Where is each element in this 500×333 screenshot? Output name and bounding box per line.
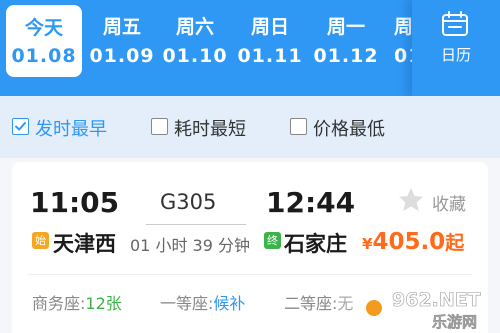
seat-value: 12张 bbox=[85, 294, 122, 313]
calendar-icon bbox=[442, 11, 468, 36]
filter-lowest-price[interactable]: 价格最低 bbox=[290, 115, 410, 140]
checkbox-icon bbox=[151, 118, 168, 135]
price-value: 405.0 bbox=[372, 229, 446, 255]
date-tab-day: 01.09 bbox=[89, 45, 155, 67]
card-divider bbox=[28, 274, 472, 275]
checkbox-checked-icon bbox=[12, 118, 29, 135]
date-tab-mon[interactable]: 周一 01.12 bbox=[308, 0, 384, 96]
seat-label: 一等座: bbox=[160, 294, 214, 313]
departure-station: 天津西 bbox=[53, 232, 116, 256]
seat-label: 二等座: bbox=[284, 294, 338, 313]
date-tab-name: 今天 bbox=[24, 17, 63, 39]
date-bar: 今天 01.08 周五 01.09 周六 01.10 周日 01.11 周一 0… bbox=[0, 0, 500, 96]
date-tab-name: 周六 bbox=[175, 16, 214, 38]
date-tab-name: 周一 bbox=[326, 16, 365, 38]
price-suffix: 起 bbox=[445, 232, 465, 254]
price-currency: ¥ bbox=[362, 235, 373, 253]
seat-label: 商务座: bbox=[32, 294, 86, 313]
filter-shortest-duration[interactable]: 耗时最短 bbox=[151, 115, 271, 140]
travel-duration: 01 小时 39 分钟 bbox=[130, 236, 250, 255]
end-station-tag: 终 bbox=[264, 232, 281, 249]
site-watermark: 962.NET 乐游网 bbox=[361, 289, 481, 331]
arrival-time: 12:44 bbox=[266, 186, 356, 219]
train-number: G305 bbox=[160, 190, 217, 214]
filter-label: 耗时最短 bbox=[174, 119, 246, 140]
calendar-label: 日历 bbox=[440, 46, 471, 64]
filter-label: 价格最低 bbox=[313, 119, 385, 140]
arrival-station: 石家庄 bbox=[284, 232, 347, 256]
watermark-line2: 乐游网 bbox=[432, 313, 477, 331]
price: ¥405.0起 bbox=[362, 228, 464, 255]
filter-label: 发时最早 bbox=[35, 119, 107, 140]
checkbox-icon bbox=[290, 118, 307, 135]
watermark-line1: 962.NET bbox=[392, 289, 481, 311]
date-tab-day: 01.10 bbox=[162, 45, 228, 67]
date-tab-name: 周五 bbox=[102, 16, 141, 38]
filter-earliest-departure[interactable]: 发时最早 bbox=[12, 115, 132, 140]
date-tab-day: 01.11 bbox=[237, 45, 303, 67]
favorite-label[interactable]: 收藏 bbox=[432, 190, 466, 215]
date-tab-sun[interactable]: 周日 01.11 bbox=[232, 0, 308, 96]
start-station-tag: 始 bbox=[32, 232, 49, 249]
seat-second-class: 二等座:无 bbox=[284, 290, 353, 314]
seat-value: 候补 bbox=[213, 294, 246, 313]
date-tab-sat[interactable]: 周六 01.10 bbox=[158, 0, 232, 96]
sort-filter-bar: 发时最早 耗时最短 价格最低 bbox=[0, 96, 500, 158]
calendar-button[interactable]: 日历 bbox=[412, 0, 500, 96]
seat-business: 商务座:12张 bbox=[32, 290, 122, 314]
date-tab-day: 01.12 bbox=[313, 45, 379, 67]
date-tab-name: 周日 bbox=[250, 16, 289, 38]
date-tab-fri[interactable]: 周五 01.09 bbox=[86, 0, 158, 96]
date-tab-day: 01.08 bbox=[11, 45, 77, 67]
departure-time: 11:05 bbox=[30, 186, 120, 219]
star-icon[interactable] bbox=[396, 186, 426, 214]
route-line bbox=[146, 224, 246, 225]
seat-first-class: 一等座:候补 bbox=[160, 290, 245, 314]
date-tab-today[interactable]: 今天 01.08 bbox=[6, 5, 82, 77]
seat-value: 无 bbox=[337, 294, 354, 313]
